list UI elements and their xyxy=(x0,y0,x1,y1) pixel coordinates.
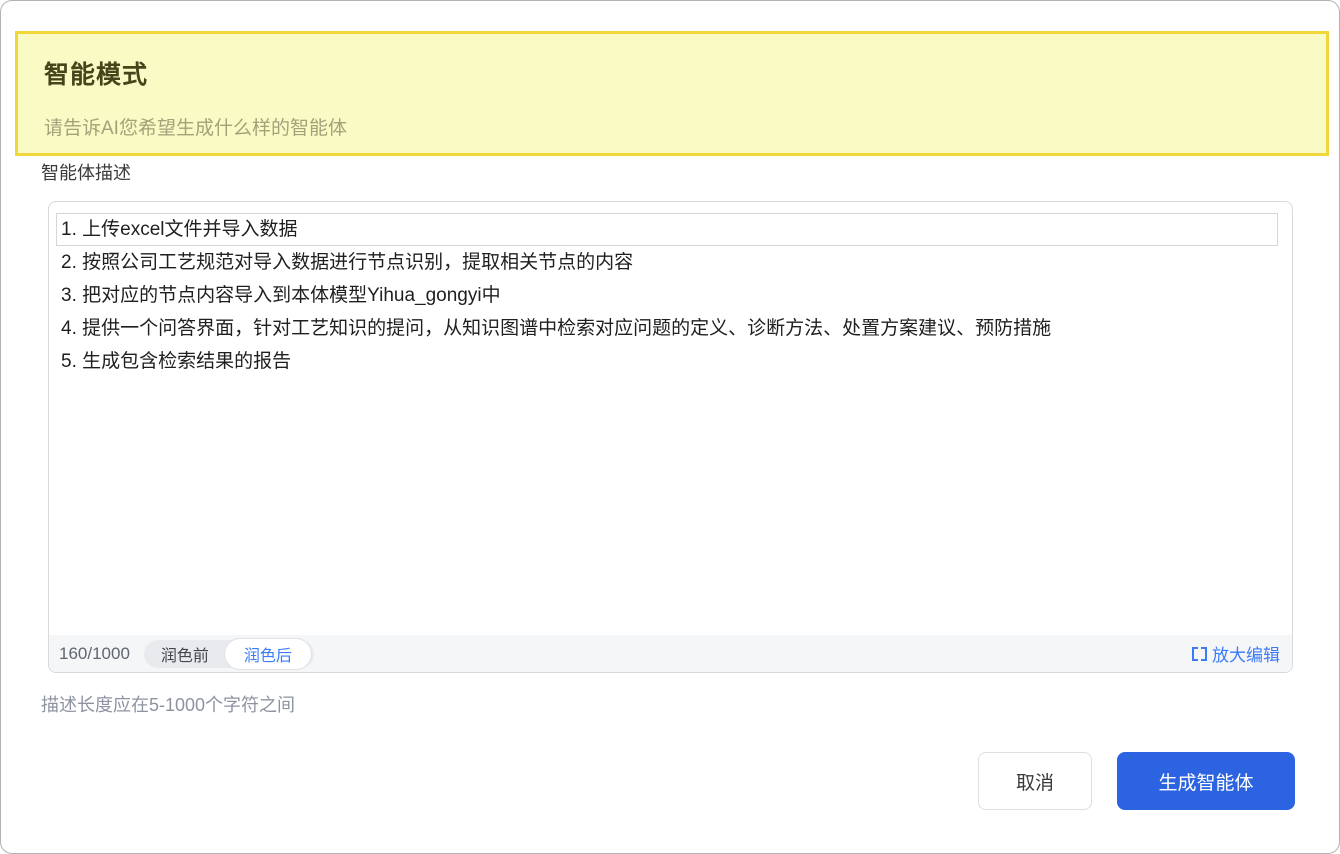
textarea-line-1[interactable]: 1. 上传excel文件并导入数据 xyxy=(56,213,1278,246)
cancel-button[interactable]: 取消 xyxy=(978,752,1092,810)
agent-description-textarea[interactable]: 1. 上传excel文件并导入数据 2. 按照公司工艺规范对导入数据进行节点识别… xyxy=(48,201,1293,673)
textarea-line-4[interactable]: 4. 提供一个问答界面，针对工艺知识的提问，从知识图谱中检索对应问题的定义、诊断… xyxy=(56,312,1284,345)
generate-agent-button[interactable]: 生成智能体 xyxy=(1117,752,1295,810)
agent-description-label: 智能体描述 xyxy=(41,159,131,185)
expand-edit-link[interactable]: 放大编辑 xyxy=(1192,641,1280,666)
description-length-hint: 描述长度应在5-1000个字符之间 xyxy=(41,691,295,717)
dialog-title: 智能模式 xyxy=(44,55,1326,91)
textarea-footer: 160/1000 润色前 润色后 放大编辑 xyxy=(49,635,1292,672)
toggle-before-polish[interactable]: 润色前 xyxy=(146,639,224,669)
generate-agent-dialog: 智能模式 请告诉AI您希望生成什么样的智能体 智能体描述 1. 上传excel文… xyxy=(0,0,1340,854)
textarea-line-2[interactable]: 2. 按照公司工艺规范对导入数据进行节点识别，提取相关节点的内容 xyxy=(56,246,1284,279)
toggle-after-polish[interactable]: 润色后 xyxy=(224,638,312,670)
expand-icon xyxy=(1192,647,1207,661)
expand-edit-label: 放大编辑 xyxy=(1212,641,1280,666)
textarea-line-3[interactable]: 3. 把对应的节点内容导入到本体模型Yihua_gongyi中 xyxy=(56,279,1284,312)
polish-toggle[interactable]: 润色前 润色后 xyxy=(144,640,314,668)
smart-mode-header-highlight: 智能模式 请告诉AI您希望生成什么样的智能体 xyxy=(15,31,1329,156)
char-count: 160/1000 xyxy=(59,644,130,664)
textarea-content[interactable]: 1. 上传excel文件并导入数据 2. 按照公司工艺规范对导入数据进行节点识别… xyxy=(49,202,1292,635)
textarea-line-5[interactable]: 5. 生成包含检索结果的报告 xyxy=(56,345,1284,378)
dialog-subtitle: 请告诉AI您希望生成什么样的智能体 xyxy=(44,113,1326,140)
